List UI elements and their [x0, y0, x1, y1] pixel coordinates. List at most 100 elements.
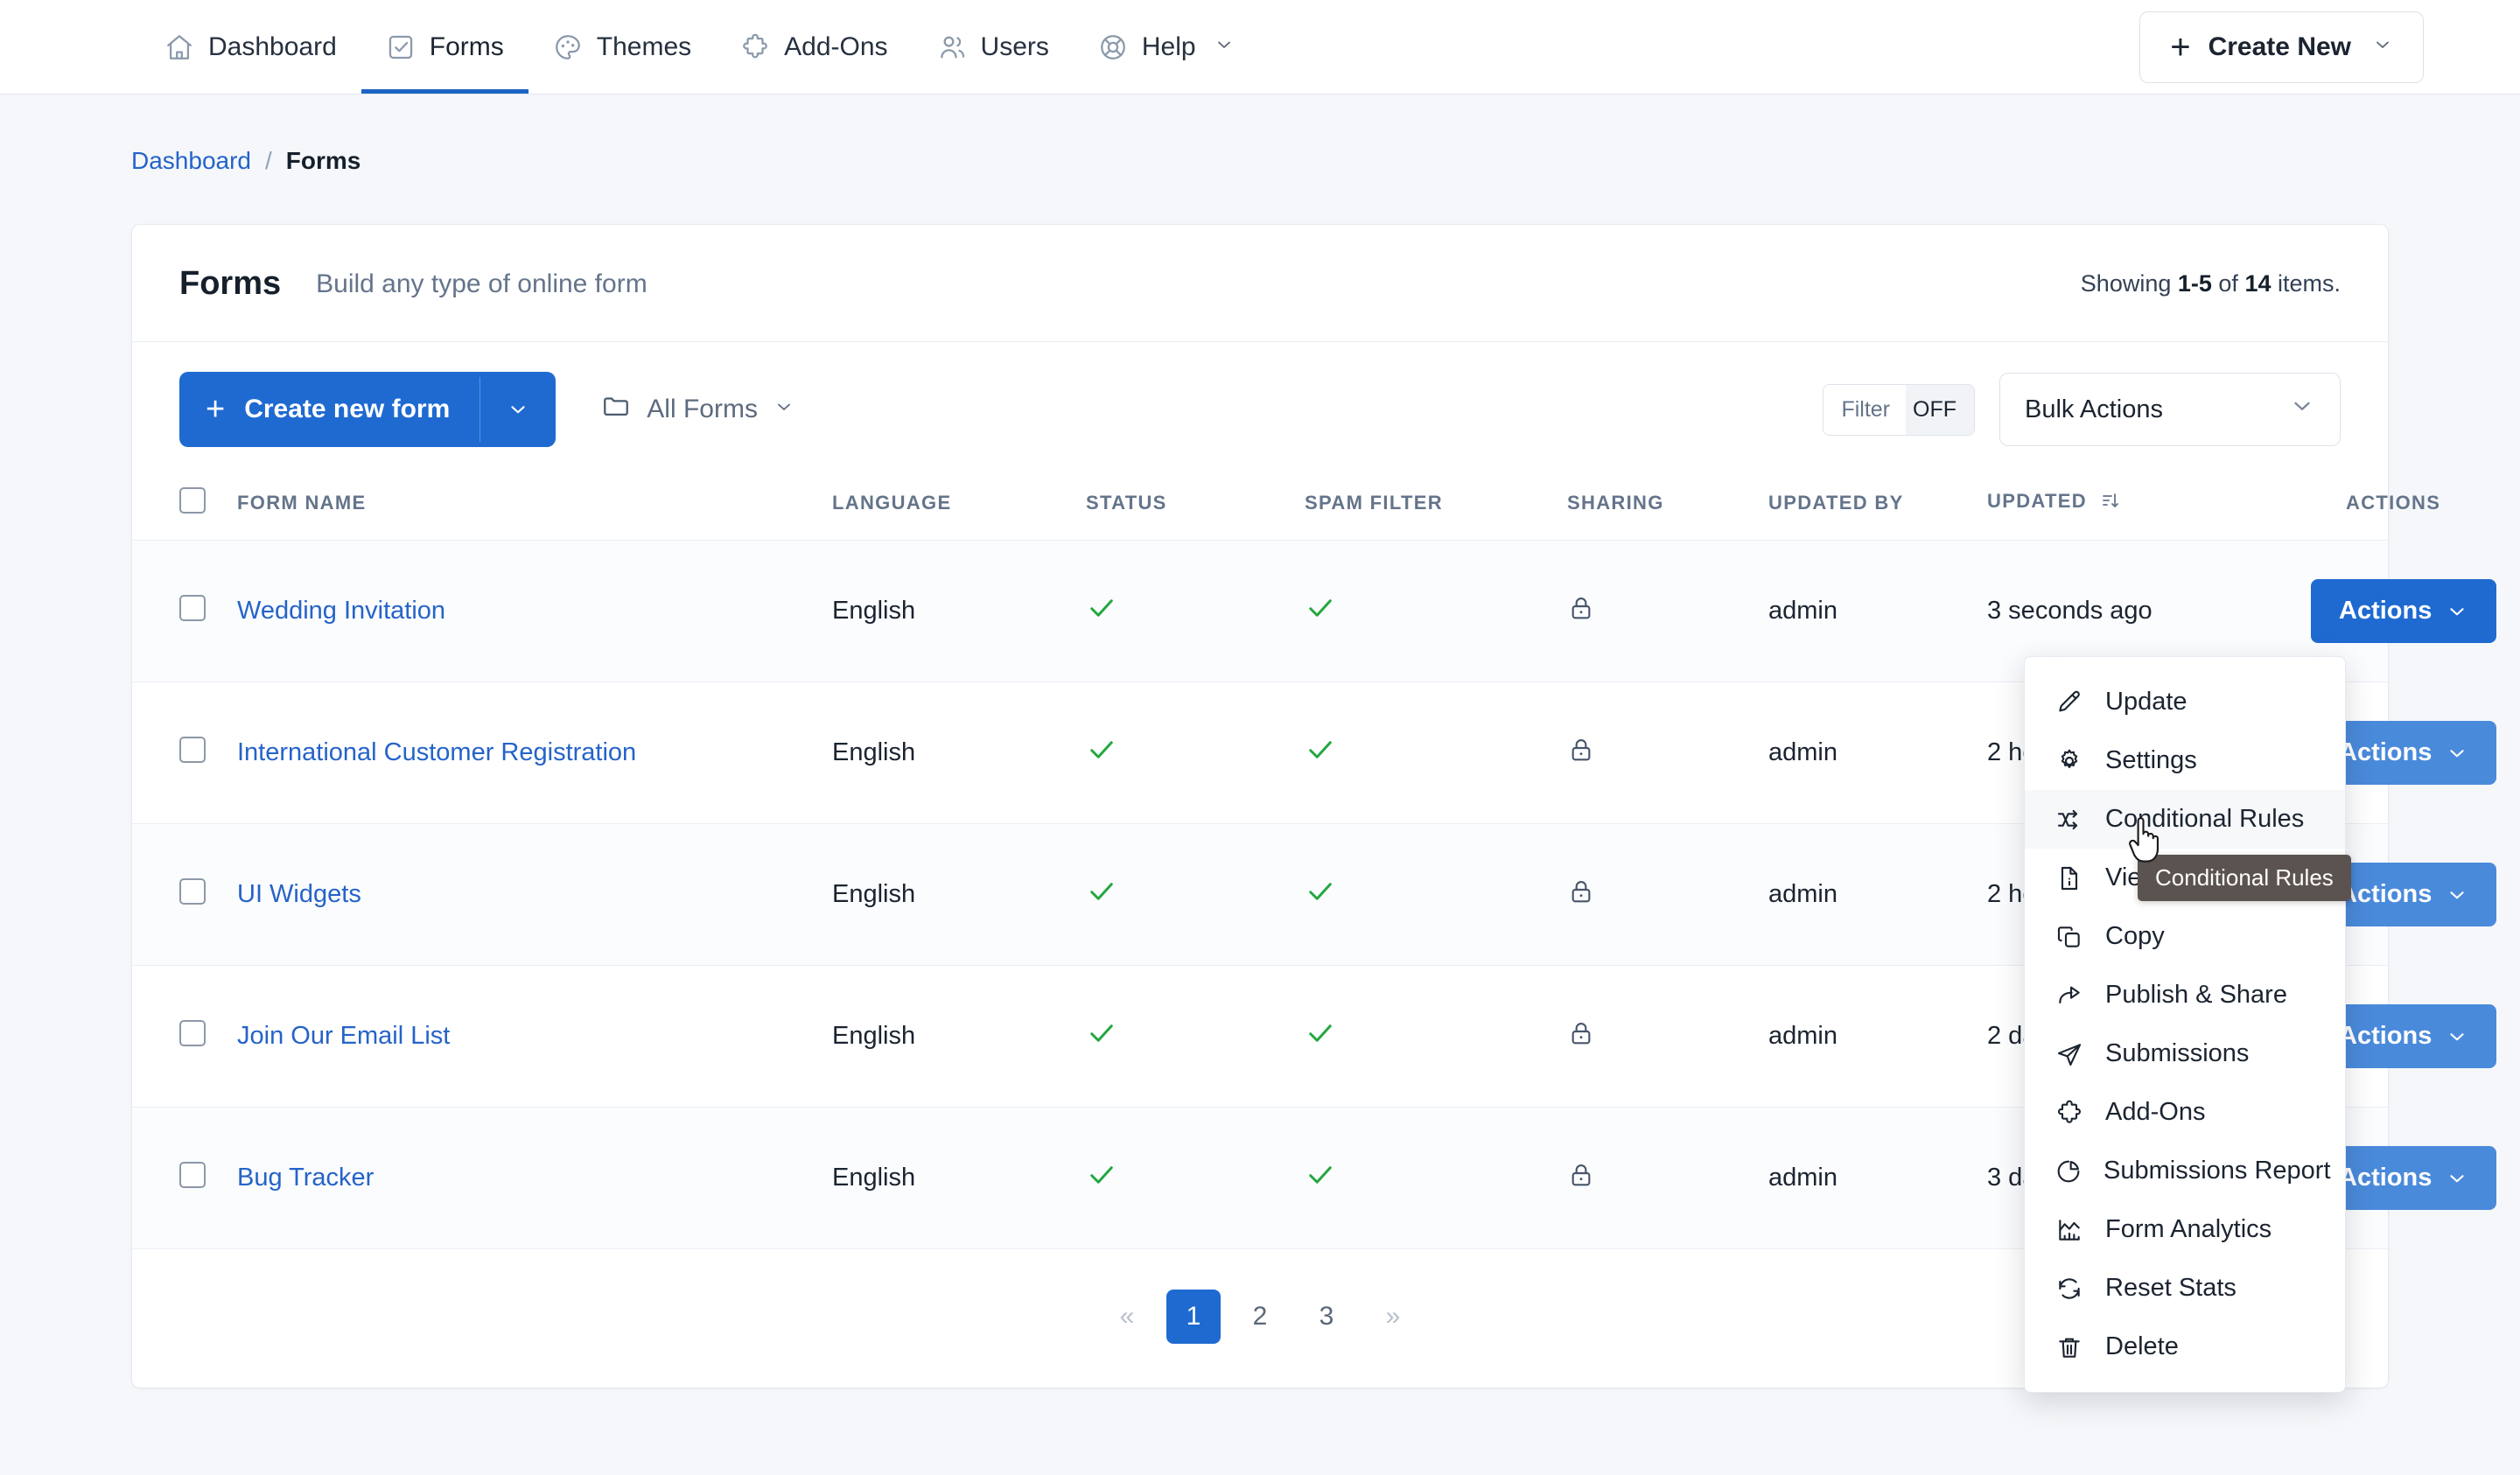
- filter-label: Filter: [1824, 384, 1906, 435]
- row-checkbox[interactable]: [179, 1019, 206, 1046]
- spam-check-icon: [1305, 1023, 1336, 1056]
- share-arrow-icon: [2054, 982, 2084, 1010]
- menu-item-reset-stats[interactable]: Reset Stats: [2025, 1259, 2345, 1318]
- chevron-down-icon: [2450, 1174, 2464, 1182]
- showing-total: 14: [2244, 270, 2272, 297]
- cell-status: [1086, 1107, 1305, 1249]
- cell-sharing: [1567, 823, 1768, 966]
- cell-language: English: [832, 823, 1086, 966]
- cell-language: English: [832, 965, 1086, 1108]
- th-actions: ACTIONS: [2311, 473, 2440, 541]
- cell-sharing: [1567, 965, 1768, 1108]
- showing-count: Showing 1-5 of 14 items.: [2081, 270, 2341, 297]
- th-spam-filter[interactable]: SPAM FILTER: [1305, 473, 1567, 541]
- menu-item-settings[interactable]: Settings: [2025, 731, 2345, 790]
- nav-label-themes: Themes: [596, 31, 692, 61]
- lock-icon[interactable]: [1567, 594, 1595, 622]
- lock-icon[interactable]: [1567, 1019, 1595, 1047]
- trash-icon: [2054, 1333, 2084, 1361]
- menu-item-submissions-report[interactable]: Submissions Report: [2025, 1142, 2345, 1200]
- filter-toggle[interactable]: Filter OFF: [1823, 383, 1975, 436]
- nav-item-forms[interactable]: Forms: [360, 0, 528, 94]
- menu-item-form-analytics[interactable]: Form Analytics: [2025, 1200, 2345, 1259]
- menu-item-update[interactable]: Update: [2025, 673, 2345, 731]
- nav-item-addons[interactable]: Add-Ons: [716, 0, 912, 94]
- select-all-checkbox[interactable]: [179, 487, 206, 514]
- menu-item-publish-share[interactable]: Publish & Share: [2025, 966, 2345, 1024]
- nav-label-dashboard: Dashboard: [208, 31, 337, 61]
- th-language[interactable]: LANGUAGE: [832, 473, 1086, 541]
- cell-sharing: [1567, 682, 1768, 824]
- pagination-page-2[interactable]: 2: [1233, 1290, 1287, 1344]
- pagination-page-1[interactable]: 1: [1166, 1290, 1221, 1344]
- form-name-link[interactable]: Bug Tracker: [237, 1164, 374, 1192]
- th-form-name[interactable]: FORM NAME: [237, 473, 832, 541]
- nav-item-users[interactable]: Users: [913, 0, 1074, 94]
- chevron-down-icon: [2372, 32, 2393, 62]
- menu-item-submissions[interactable]: Submissions: [2025, 1024, 2345, 1083]
- create-new-button[interactable]: + Create New: [2139, 10, 2424, 83]
- nav-item-themes[interactable]: Themes: [528, 0, 716, 94]
- pagination-prev[interactable]: «: [1100, 1290, 1154, 1344]
- pagination-page-3[interactable]: 3: [1299, 1290, 1354, 1344]
- row-checkbox-cell: [132, 1107, 237, 1249]
- lock-icon[interactable]: [1567, 1161, 1595, 1189]
- cell-status: [1086, 823, 1305, 966]
- create-new-form-dropdown-toggle[interactable]: [480, 377, 556, 442]
- th-actions-label: ACTIONS: [2346, 492, 2441, 514]
- row-checkbox-cell: [132, 540, 237, 682]
- nav-items: Dashboard Forms Themes Add-Ons Users Hel…: [140, 0, 1259, 94]
- menu-label-settings: Settings: [2105, 746, 2197, 774]
- bulk-actions-select[interactable]: Bulk Actions: [1999, 373, 2341, 446]
- chevron-down-icon: [1214, 32, 1235, 62]
- row-checkbox[interactable]: [179, 594, 206, 621]
- sort-descending-icon[interactable]: [2100, 490, 2121, 516]
- nav-item-help[interactable]: Help: [1074, 0, 1259, 94]
- all-forms-filter[interactable]: All Forms: [601, 391, 794, 428]
- form-name-link[interactable]: Wedding Invitation: [237, 597, 445, 625]
- nav-item-dashboard[interactable]: Dashboard: [140, 0, 361, 94]
- cell-status: [1086, 965, 1305, 1108]
- breadcrumb-link-dashboard[interactable]: Dashboard: [131, 147, 251, 175]
- create-new-form-label: Create new form: [244, 395, 451, 423]
- row-checkbox[interactable]: [179, 736, 206, 763]
- analytics-chart-icon: [2054, 1216, 2084, 1244]
- pagination-next[interactable]: »: [1366, 1290, 1420, 1344]
- showing-mid: of: [2211, 270, 2245, 297]
- lock-icon[interactable]: [1567, 877, 1595, 905]
- row-checkbox[interactable]: [179, 1161, 206, 1188]
- create-new-label: Create New: [2208, 31, 2351, 61]
- palette-icon: [553, 32, 583, 62]
- spam-check-icon: [1305, 881, 1336, 914]
- cell-updated-by: admin: [1768, 540, 1987, 682]
- th-sharing[interactable]: SHARING: [1567, 473, 1768, 541]
- th-status[interactable]: STATUS: [1086, 473, 1305, 541]
- create-new-form-main[interactable]: + Create new form: [179, 372, 480, 447]
- create-new-form-button[interactable]: + Create new form: [179, 372, 556, 447]
- breadcrumb: Dashboard / Forms: [131, 94, 2520, 175]
- showing-suffix: items.: [2271, 270, 2341, 297]
- lock-icon[interactable]: [1567, 736, 1595, 764]
- shuffle-icon: [2054, 806, 2084, 834]
- form-name-link[interactable]: UI Widgets: [237, 880, 361, 908]
- th-updated-by[interactable]: UPDATED BY: [1768, 473, 1987, 541]
- menu-label-submissions-report: Submissions Report: [2104, 1157, 2331, 1185]
- row-actions-button[interactable]: Actions: [2311, 579, 2497, 643]
- menu-item-conditional-rules[interactable]: Conditional Rules: [2025, 790, 2345, 849]
- spam-check-icon: [1305, 1164, 1336, 1198]
- row-checkbox-cell: [132, 965, 237, 1108]
- menu-item-copy[interactable]: Copy: [2025, 907, 2345, 966]
- cell-form-name: Bug Tracker: [237, 1107, 832, 1249]
- form-name-link[interactable]: International Customer Registration: [237, 738, 636, 766]
- file-info-icon: [2054, 864, 2084, 892]
- form-name-link[interactable]: Join Our Email List: [237, 1022, 450, 1050]
- menu-item-delete[interactable]: Delete: [2025, 1318, 2345, 1376]
- spam-check-icon: [1305, 598, 1336, 631]
- row-checkbox[interactable]: [179, 877, 206, 905]
- menu-item-addons[interactable]: Add-Ons: [2025, 1083, 2345, 1142]
- th-updated[interactable]: UPDATED: [1987, 473, 2311, 541]
- cell-status: [1086, 682, 1305, 824]
- nav-label-addons: Add-Ons: [784, 31, 888, 61]
- chevron-down-icon: [2450, 749, 2464, 757]
- nav-label-users: Users: [980, 31, 1049, 61]
